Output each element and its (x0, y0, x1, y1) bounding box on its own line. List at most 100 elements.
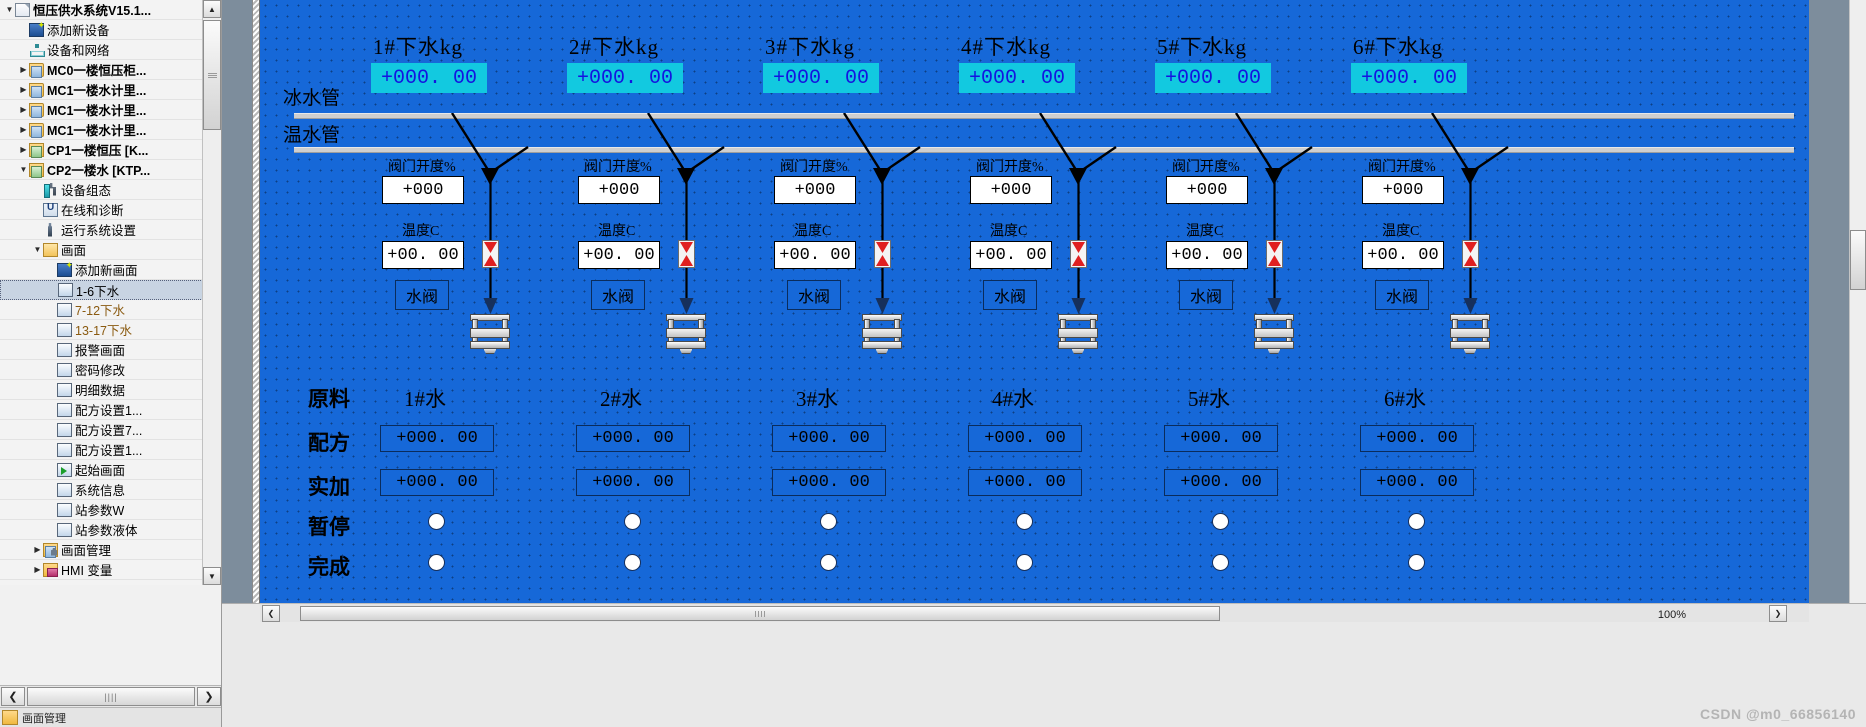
temperature-field[interactable]: +00. 00 (382, 241, 464, 269)
expand-collapse-icon-closed[interactable]: ▶ (18, 140, 29, 160)
tree-item-站参数液体[interactable]: 站参数液体 (0, 520, 203, 540)
tree-item-13-17下水[interactable]: 13-17下水 (0, 320, 203, 340)
tree-item-配方设置1[interactable]: 配方设置1... (0, 400, 203, 420)
tree-hscroll-right-button[interactable]: ❯ (197, 687, 221, 706)
valve-opening-field[interactable]: +000 (578, 176, 660, 204)
actual-value-field[interactable]: +000. 00 (576, 469, 690, 496)
tree-item-站参数W[interactable]: 站参数W (0, 500, 203, 520)
drain-weight-field[interactable]: +000. 00 (763, 63, 879, 93)
expand-collapse-icon-open[interactable]: ▼ (4, 0, 15, 20)
temperature-field[interactable]: +00. 00 (1362, 241, 1444, 269)
expand-collapse-icon-closed[interactable]: ▶ (32, 540, 43, 560)
valve-opening-field[interactable]: +000 (1166, 176, 1248, 204)
tree-hscroll-thumb[interactable]: |||| (27, 687, 195, 706)
temperature-field[interactable]: +00. 00 (578, 241, 660, 269)
tree-item-MC1一楼水计里[interactable]: ▶ MC1一楼水计里... (0, 80, 203, 100)
tree-item-HMI变量[interactable]: ▶ HMI 变量 (0, 560, 203, 580)
tree-scroll-down-button[interactable]: ▼ (203, 567, 221, 585)
expand-collapse-icon-closed[interactable]: ▶ (18, 100, 29, 120)
valve-icon[interactable] (1070, 240, 1087, 268)
water-valve-button[interactable]: 水阀 (983, 280, 1037, 310)
canvas-vertical-scrollbar[interactable] (1849, 0, 1866, 603)
tree-item-MC1一楼水计里[interactable]: ▶ MC1一楼水计里... (0, 100, 203, 120)
tree-item-画面管理[interactable]: ▶ 画面管理 (0, 540, 203, 560)
expand-collapse-icon-open[interactable]: ▼ (32, 240, 43, 260)
tree-item-配方设置7[interactable]: 配方设置7... (0, 420, 203, 440)
recipe-value-field[interactable]: +000. 00 (1164, 425, 1278, 452)
actual-value-field[interactable]: +000. 00 (380, 469, 494, 496)
drain-weight-field[interactable]: +000. 00 (959, 63, 1075, 93)
pause-indicator-lamp[interactable] (1408, 513, 1425, 530)
water-valve-button[interactable]: 水阀 (1375, 280, 1429, 310)
valve-opening-field[interactable]: +000 (382, 176, 464, 204)
tree-item-添加新画面[interactable]: 添加新画面 (0, 260, 203, 280)
pause-indicator-lamp[interactable] (428, 513, 445, 530)
pause-indicator-lamp[interactable] (820, 513, 837, 530)
actual-value-field[interactable]: +000. 00 (1164, 469, 1278, 496)
tree-item-设备和网络[interactable]: 设备和网络 (0, 40, 203, 60)
complete-indicator-lamp[interactable] (1212, 554, 1229, 571)
valve-icon[interactable] (1462, 240, 1479, 268)
tree-horizontal-scrollbar[interactable]: ❮ |||| ❯ (0, 685, 221, 707)
canvas-vscroll-thumb[interactable] (1850, 230, 1866, 290)
tree-item-运行系统设置[interactable]: 运行系统设置 (0, 220, 203, 240)
temperature-field[interactable]: +00. 00 (774, 241, 856, 269)
tree-item-恒压供水系统V151[interactable]: ▼ 恒压供水系统V15.1... (0, 0, 203, 20)
expand-collapse-icon-closed[interactable]: ▶ (32, 560, 43, 580)
tree-item-CP2一楼水KTP[interactable]: ▼ CP2一楼水 [KTP... (0, 160, 203, 180)
hmi-screen-canvas[interactable]: 冰水管 温水管 原料 配方 实加 暂停 完成 1#下水kg +000. 00 阀… (260, 0, 1809, 603)
temperature-field[interactable]: +00. 00 (970, 241, 1052, 269)
recipe-value-field[interactable]: +000. 00 (772, 425, 886, 452)
expand-collapse-icon-closed[interactable]: ▶ (18, 60, 29, 80)
tree-scroll-thumb[interactable] (203, 20, 221, 130)
tree-scroll-up-button[interactable]: ▲ (203, 0, 221, 18)
tree-item-MC1一楼水计里[interactable]: ▶ MC1一楼水计里... (0, 120, 203, 140)
valve-icon[interactable] (1266, 240, 1283, 268)
recipe-value-field[interactable]: +000. 00 (380, 425, 494, 452)
water-valve-button[interactable]: 水阀 (591, 280, 645, 310)
pause-indicator-lamp[interactable] (624, 513, 641, 530)
complete-indicator-lamp[interactable] (1016, 554, 1033, 571)
tree-item-添加新设备[interactable]: 添加新设备 (0, 20, 203, 40)
tree-vertical-scrollbar[interactable]: ▲ ▼ (202, 0, 221, 585)
actual-value-field[interactable]: +000. 00 (772, 469, 886, 496)
tree-item-7-12下水[interactable]: 7-12下水 (0, 300, 203, 320)
valve-opening-field[interactable]: +000 (774, 176, 856, 204)
tree-item-明细数据[interactable]: 明细数据 (0, 380, 203, 400)
drain-weight-field[interactable]: +000. 00 (567, 63, 683, 93)
complete-indicator-lamp[interactable] (624, 554, 641, 571)
tree-item-MC0一楼恒压柜[interactable]: ▶ MC0一楼恒压柜... (0, 60, 203, 80)
expand-collapse-icon-open[interactable]: ▼ (18, 160, 29, 180)
valve-opening-field[interactable]: +000 (970, 176, 1052, 204)
canvas-hscroll-left-button[interactable]: ❮ (262, 605, 280, 622)
tree-item-画面[interactable]: ▼ 画面 (0, 240, 203, 260)
complete-indicator-lamp[interactable] (1408, 554, 1425, 571)
pause-indicator-lamp[interactable] (1016, 513, 1033, 530)
tree-item-起始画面[interactable]: 起始画面 (0, 460, 203, 480)
pause-indicator-lamp[interactable] (1212, 513, 1229, 530)
actual-value-field[interactable]: +000. 00 (968, 469, 1082, 496)
tree-item-配方设置1[interactable]: 配方设置1... (0, 440, 203, 460)
tree-item-设备组态[interactable]: 设备组态 (0, 180, 203, 200)
tree-item-在线和诊断[interactable]: 在线和诊断 (0, 200, 203, 220)
canvas-horizontal-scrollbar[interactable]: ❮ ❯ (260, 603, 1809, 622)
expand-collapse-icon-closed[interactable]: ▶ (18, 120, 29, 140)
recipe-value-field[interactable]: +000. 00 (968, 425, 1082, 452)
water-valve-button[interactable]: 水阀 (1179, 280, 1233, 310)
valve-icon[interactable] (482, 240, 499, 268)
tree-item-报警画面[interactable]: 报警画面 (0, 340, 203, 360)
drain-weight-field[interactable]: +000. 00 (371, 63, 487, 93)
temperature-field[interactable]: +00. 00 (1166, 241, 1248, 269)
canvas-hscroll-right-button[interactable]: ❯ (1769, 605, 1787, 622)
complete-indicator-lamp[interactable] (820, 554, 837, 571)
tree-item-系统信息[interactable]: 系统信息 (0, 480, 203, 500)
water-valve-button[interactable]: 水阀 (395, 280, 449, 310)
recipe-value-field[interactable]: +000. 00 (576, 425, 690, 452)
drain-weight-field[interactable]: +000. 00 (1155, 63, 1271, 93)
tree-item-密码修改[interactable]: 密码修改 (0, 360, 203, 380)
complete-indicator-lamp[interactable] (428, 554, 445, 571)
tree-hscroll-left-button[interactable]: ❮ (1, 687, 25, 706)
water-valve-button[interactable]: 水阀 (787, 280, 841, 310)
tree-item-CP1一楼恒压K[interactable]: ▶ CP1一楼恒压 [K... (0, 140, 203, 160)
expand-collapse-icon-closed[interactable]: ▶ (18, 80, 29, 100)
